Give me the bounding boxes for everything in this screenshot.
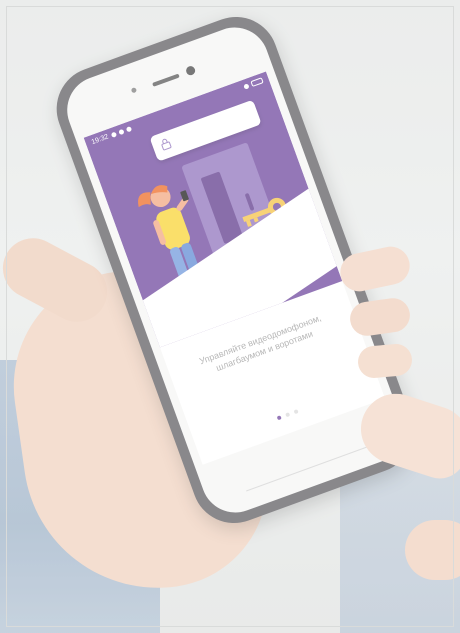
front-camera <box>184 64 197 77</box>
lock-icon <box>161 138 172 151</box>
page-dot[interactable] <box>293 409 299 415</box>
page-dot-active[interactable] <box>276 415 282 421</box>
notification-icon <box>110 131 117 138</box>
status-time: 19:32 <box>90 133 110 146</box>
notification-icon <box>117 128 125 135</box>
proximity-sensor <box>130 87 138 94</box>
page-indicator <box>196 380 380 450</box>
photo-scene: 19:32 Управляйте видеодомофоном, шлагбау… <box>0 0 460 633</box>
battery-icon <box>250 77 264 87</box>
speaker-grille <box>152 73 180 87</box>
notification-icon <box>125 125 132 133</box>
right-hand-finger <box>356 342 414 380</box>
page-dot[interactable] <box>285 412 291 418</box>
signal-icon <box>243 82 250 90</box>
right-hand-lower <box>405 520 460 580</box>
